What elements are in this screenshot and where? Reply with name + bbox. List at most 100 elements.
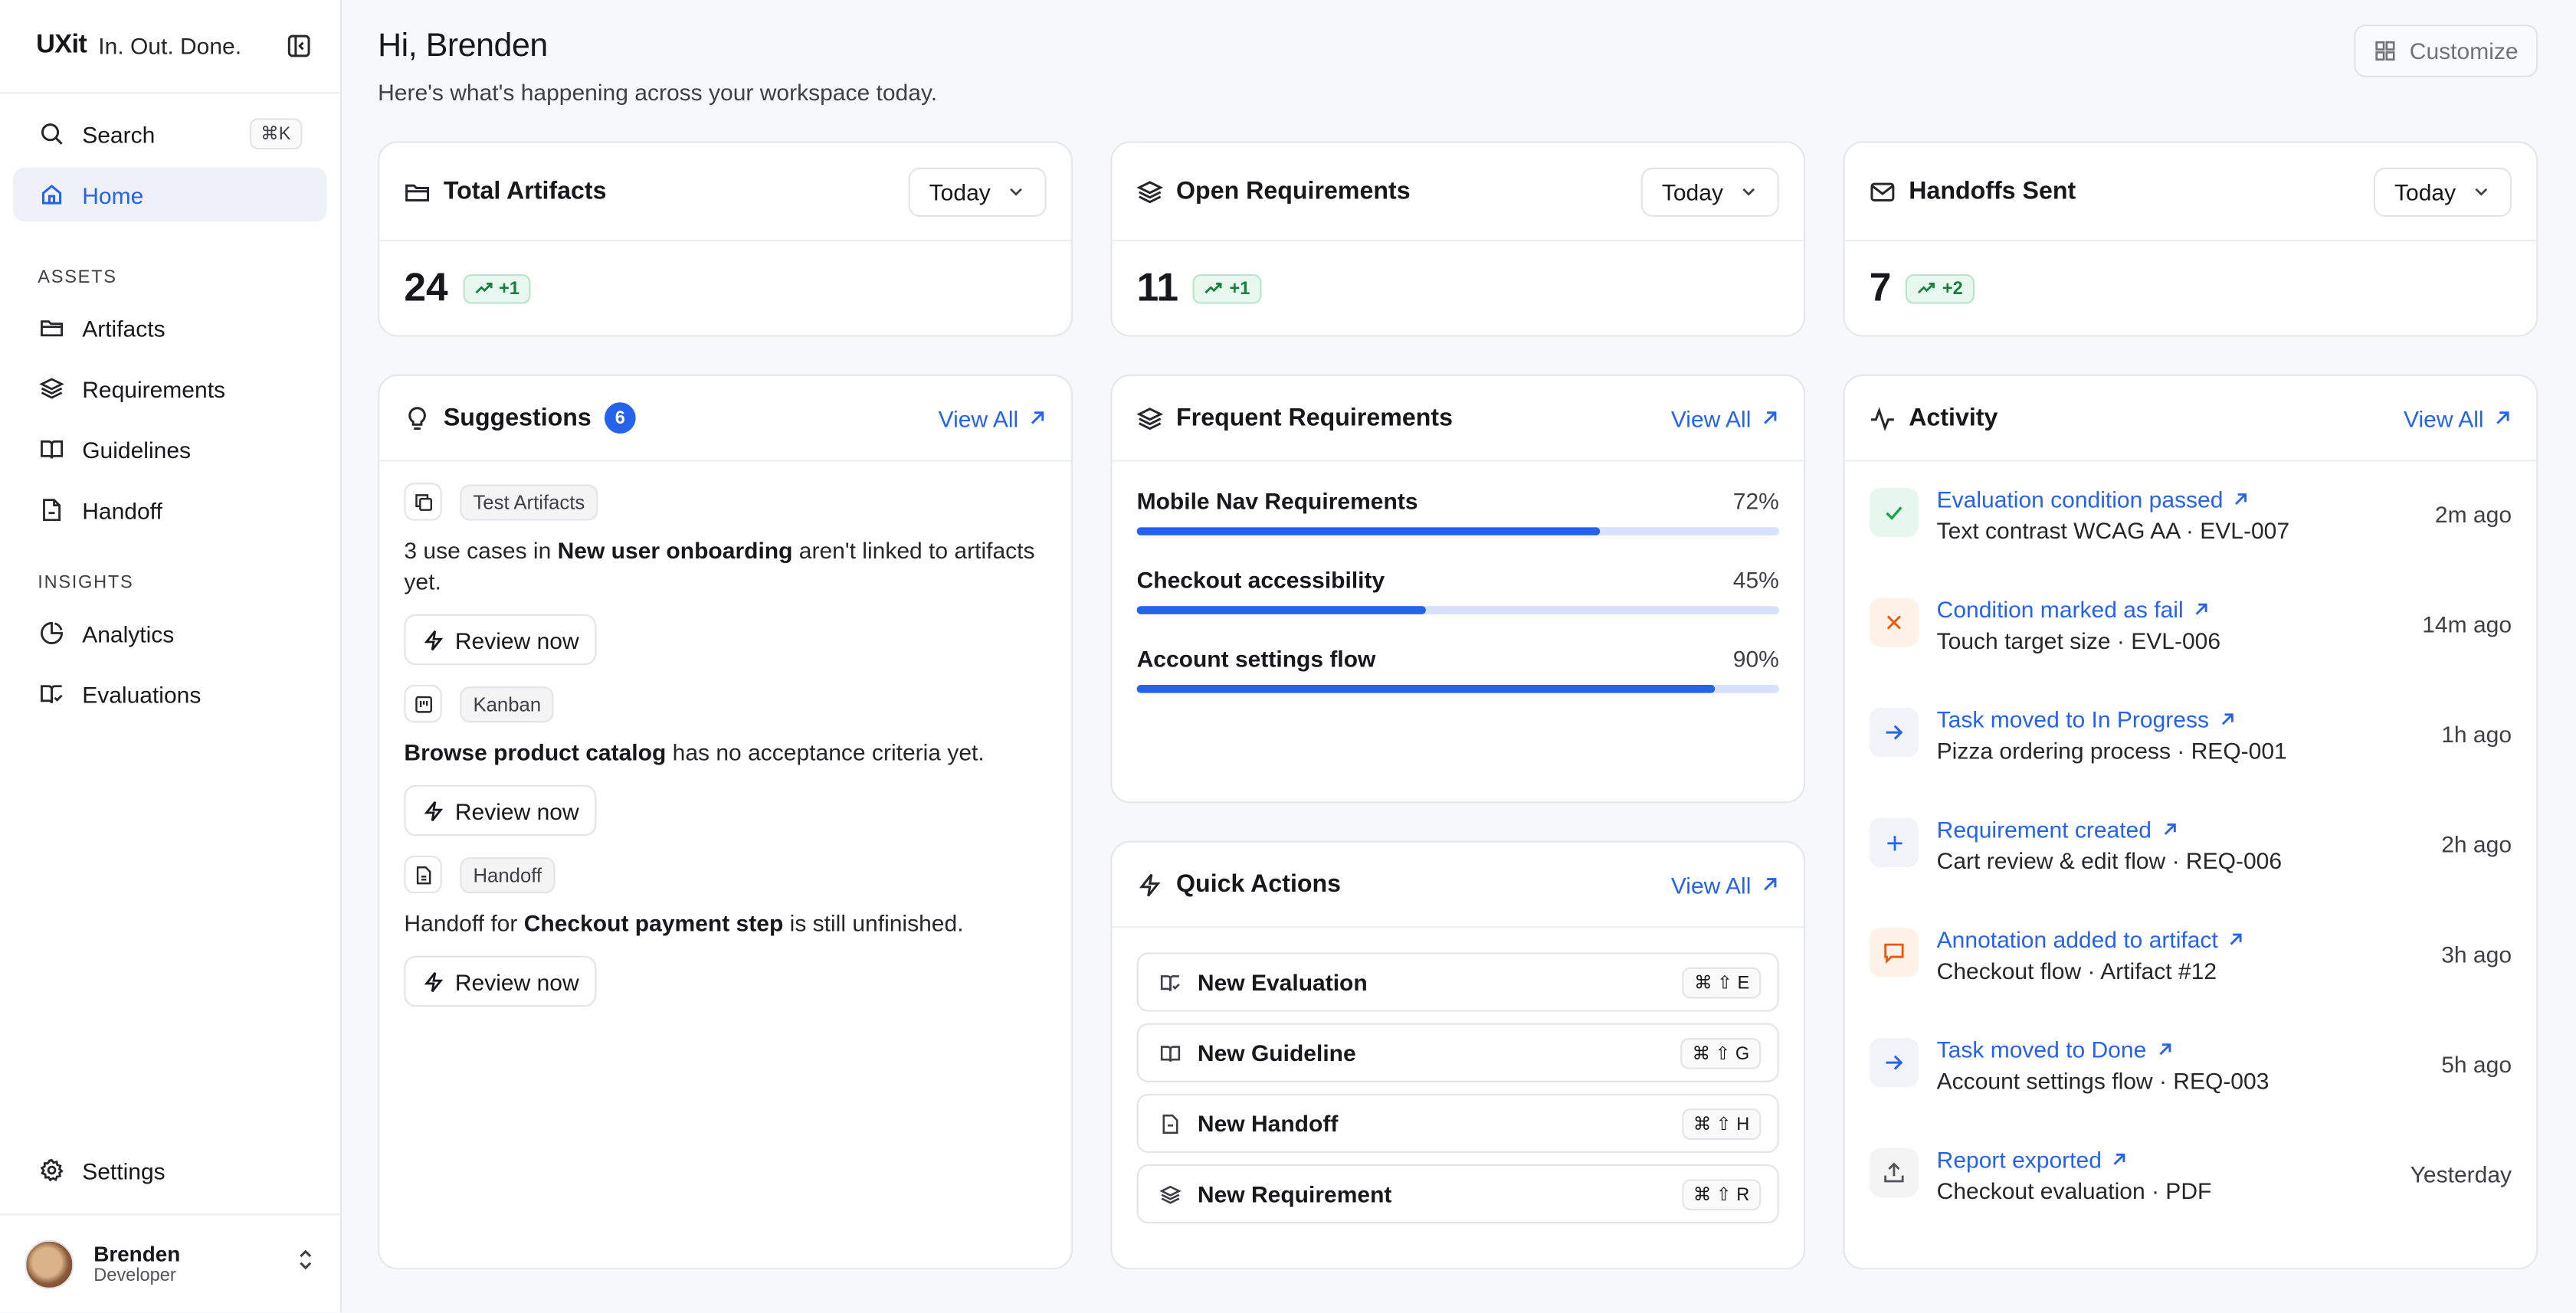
review-now-button[interactable]: Review now xyxy=(404,784,598,837)
sidebar-item-artifacts[interactable]: Artifacts xyxy=(13,300,326,355)
sidebar-item-search[interactable]: Search ⌘K xyxy=(13,106,326,161)
review-now-button[interactable]: Review now xyxy=(404,614,598,666)
customize-button[interactable]: Customize xyxy=(2353,25,2538,77)
sidebar-item-label: Evaluations xyxy=(82,680,202,707)
review-now-label: Review now xyxy=(454,797,579,824)
suggestion-text-bold[interactable]: Browse product catalog xyxy=(404,739,666,765)
customize-label: Customize xyxy=(2409,38,2519,64)
user-menu[interactable]: Brenden Developer xyxy=(0,1213,340,1312)
review-now-button[interactable]: Review now xyxy=(404,955,598,1007)
suggestion-text-bold[interactable]: Checkout payment step xyxy=(524,910,784,936)
quick-action-shortcut: ⌘ ⇧ H xyxy=(1681,1108,1762,1139)
suggestion-text: 3 use cases in New user onboarding aren'… xyxy=(404,535,1046,598)
copy-icon xyxy=(404,483,442,521)
main-content: Hi, Brenden Here's what's happening acro… xyxy=(342,0,2576,1312)
sidebar-item-analytics[interactable]: Analytics xyxy=(13,606,326,660)
view-all-label: View All xyxy=(1670,404,1752,431)
home-icon xyxy=(38,182,64,208)
activity-time: 2m ago xyxy=(2434,500,2512,528)
activity-item[interactable]: Requirement created Cart review & edit f… xyxy=(1869,817,2512,927)
quick-actions-view-all-link[interactable]: View All xyxy=(1670,871,1779,898)
suggestion-text-bold[interactable]: New user onboarding xyxy=(558,537,793,563)
collapse-sidebar-icon[interactable] xyxy=(284,31,314,61)
arrow-up-right-icon xyxy=(2235,493,2247,506)
sidebar-item-label: Guidelines xyxy=(82,436,192,463)
pie-chart-icon xyxy=(38,620,64,646)
activity-subtitle: Checkout evaluation · PDF xyxy=(1936,1177,2212,1204)
quick-action-new-evaluation[interactable]: New Evaluation ⌘ ⇧ E xyxy=(1136,952,1779,1012)
arrow-up-right-icon xyxy=(2114,1153,2126,1165)
review-now-label: Review now xyxy=(454,968,579,995)
activity-subtitle: Checkout flow · Artifact #12 xyxy=(1936,957,2217,984)
frequent-item[interactable]: Mobile Nav Requirements 72% xyxy=(1136,487,1779,535)
activity-item[interactable]: Evaluation condition passed Text contras… xyxy=(1869,486,2512,597)
sidebar-item-label: Handoff xyxy=(82,496,162,523)
frequent-item[interactable]: Checkout accessibility 45% xyxy=(1136,567,1779,614)
range-select[interactable]: Today xyxy=(907,166,1047,216)
activity-title[interactable]: Requirement created xyxy=(1937,817,2152,843)
sidebar-item-label: Home xyxy=(82,181,144,208)
quick-action-new-guideline[interactable]: New Guideline ⌘ ⇧ G xyxy=(1136,1023,1779,1082)
quick-action-new-handoff[interactable]: New Handoff ⌘ ⇧ H xyxy=(1136,1093,1779,1154)
activity-item[interactable]: Task moved to In Progress Pizza ordering… xyxy=(1869,706,2512,817)
quick-action-shortcut: ⌘ ⇧ G xyxy=(1680,1036,1762,1069)
frequent-view-all-link[interactable]: View All xyxy=(1671,404,1779,431)
sidebar-item-guidelines[interactable]: Guidelines xyxy=(13,422,326,476)
range-value: Today xyxy=(1661,178,1723,205)
page-subtitle: Here's what's happening across your work… xyxy=(378,78,938,106)
suggestions-view-all-link[interactable]: View All xyxy=(939,404,1047,431)
activity-item[interactable]: Report exported Checkout evaluation · PD… xyxy=(1869,1146,2512,1256)
activity-title[interactable]: Task moved to Done xyxy=(1937,1036,2147,1063)
upload-icon xyxy=(1869,1148,1919,1197)
gear-icon xyxy=(38,1157,64,1183)
activity-time: 14m ago xyxy=(2422,611,2512,637)
arrow-up-right-icon xyxy=(2496,411,2509,424)
activity-subtitle: Account settings flow · REQ-003 xyxy=(1936,1067,2270,1094)
panel-title: Frequent Requirements xyxy=(1176,404,1454,432)
zap-icon xyxy=(424,971,444,992)
activity-title[interactable]: Evaluation condition passed xyxy=(1937,486,2224,512)
activity-title[interactable]: Report exported xyxy=(1937,1146,2102,1172)
suggestion-text-pre: 3 use cases in xyxy=(404,537,558,564)
x-icon xyxy=(1869,598,1919,647)
range-select[interactable]: Today xyxy=(2373,166,2512,216)
layers-icon xyxy=(1136,404,1163,431)
suggestions-panel: Suggestions 6 View All Test Artifacts 3 … xyxy=(378,374,1073,1270)
activity-item[interactable]: Annotation added to artifact Checkout fl… xyxy=(1869,926,2512,1036)
view-all-label: View All xyxy=(1670,871,1752,898)
stat-card-open-requirements: Open Requirements Today 11 +1 xyxy=(1110,141,1806,337)
sidebar-item-requirements[interactable]: Requirements xyxy=(13,362,326,416)
activity-item[interactable]: Task moved to Done Account settings flow… xyxy=(1869,1036,2512,1147)
arrow-up-right-icon xyxy=(1764,878,1777,891)
sidebar-item-home[interactable]: Home xyxy=(13,167,327,222)
stat-value: 7 xyxy=(1869,265,1892,310)
activity-view-all-link[interactable]: View All xyxy=(2404,404,2512,431)
activity-title[interactable]: Condition marked as fail xyxy=(1937,596,2184,622)
quick-action-new-requirement[interactable]: New Requirement ⌘ ⇧ R xyxy=(1136,1164,1779,1224)
quick-action-shortcut: ⌘ ⇧ R xyxy=(1681,1178,1762,1210)
activity-icon xyxy=(1870,404,1896,431)
frequent-item-label: Account settings flow xyxy=(1136,645,1376,672)
activity-title[interactable]: Task moved to In Progress xyxy=(1937,706,2209,732)
chevron-down-icon xyxy=(1010,188,1022,196)
quick-action-label: New Evaluation xyxy=(1197,968,1368,996)
activity-time: 1h ago xyxy=(2441,721,2512,748)
sidebar-item-label: Requirements xyxy=(82,375,226,402)
frequent-item-label: Mobile Nav Requirements xyxy=(1136,487,1418,515)
range-select[interactable]: Today xyxy=(1640,166,1779,216)
activity-time: 3h ago xyxy=(2441,941,2512,968)
layers-icon xyxy=(1136,178,1163,205)
progress-fill xyxy=(1136,606,1426,614)
activity-title[interactable]: Annotation added to artifact xyxy=(1937,926,2218,952)
suggestion-tag: Test Artifacts xyxy=(460,483,598,520)
sidebar-item-settings[interactable]: Settings xyxy=(13,1143,326,1197)
arrow-up-right-icon xyxy=(2158,1043,2171,1056)
view-all-label: View All xyxy=(938,404,1019,431)
app-logo[interactable]: UXit xyxy=(36,31,87,61)
activity-subtitle: Pizza ordering process · REQ-001 xyxy=(1936,737,2287,764)
sidebar-item-evaluations[interactable]: Evaluations xyxy=(13,666,326,721)
frequent-item[interactable]: Account settings flow 90% xyxy=(1136,645,1779,693)
sidebar-item-handoff[interactable]: Handoff xyxy=(13,483,326,537)
layers-icon xyxy=(38,375,64,401)
activity-item[interactable]: Condition marked as fail Touch target si… xyxy=(1869,596,2512,706)
